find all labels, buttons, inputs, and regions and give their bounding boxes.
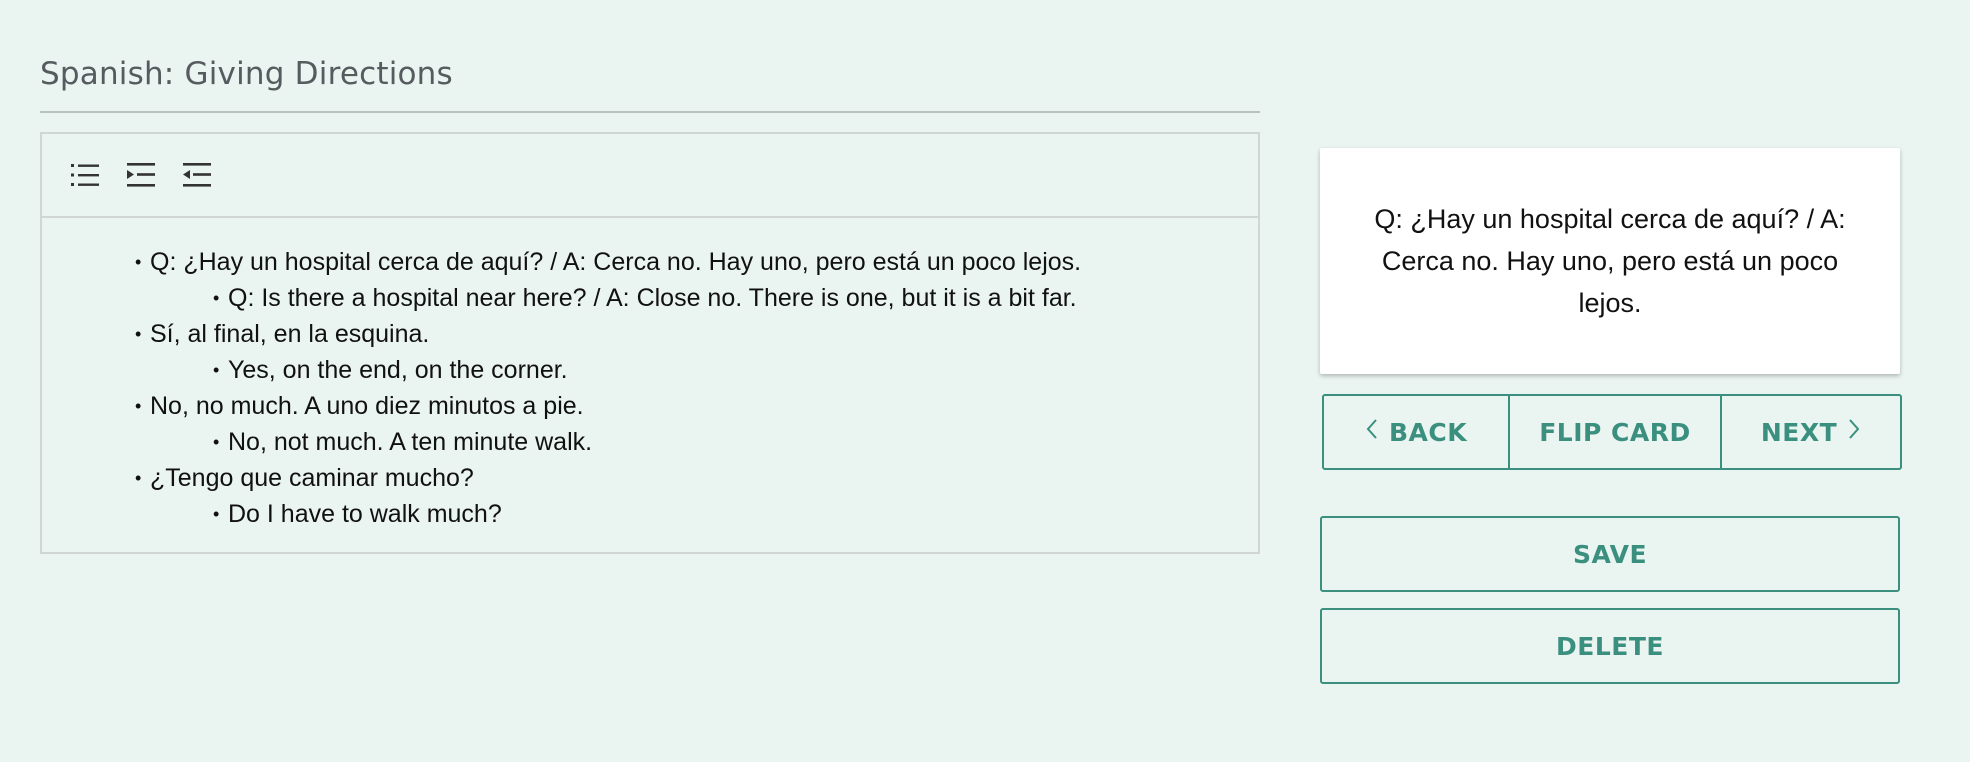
back-label: BACK	[1388, 417, 1468, 447]
list-item[interactable]: • ¿Tengo que caminar mucho?	[42, 460, 1258, 496]
list-item-text: Yes, on the end, on the corner.	[228, 356, 568, 384]
bullet-icon: •	[135, 252, 142, 272]
chevron-right-icon	[1847, 418, 1861, 446]
editor-content[interactable]: • Q: ¿Hay un hospital cerca de aquí? / A…	[42, 218, 1258, 532]
list-item-text: Q: ¿Hay un hospital cerca de aquí? / A: …	[150, 248, 1082, 276]
outdent-button[interactable]	[182, 160, 212, 190]
indent-button[interactable]	[126, 160, 156, 190]
card-navigation: BACK FLIP CARD NEXT	[1322, 394, 1902, 470]
list-item[interactable]: • Q: Is there a hospital near here? / A:…	[42, 280, 1258, 316]
bullet-icon: •	[135, 396, 142, 416]
next-button[interactable]: NEXT	[1720, 396, 1900, 468]
bullet-icon: •	[135, 468, 142, 488]
indent-icon	[127, 163, 155, 187]
list-item[interactable]: • Q: ¿Hay un hospital cerca de aquí? / A…	[42, 244, 1258, 280]
list-item-text: No, no much. A uno diez minutos a pie.	[150, 392, 584, 420]
bullet-icon: •	[213, 432, 220, 452]
back-button[interactable]: BACK	[1324, 396, 1508, 468]
list-item[interactable]: • Sí, al final, en la esquina.	[42, 316, 1258, 352]
delete-button[interactable]: DELETE	[1320, 608, 1900, 684]
bulleted-list-icon	[71, 164, 99, 186]
list-item-text: Do I have to walk much?	[228, 500, 502, 528]
list-item[interactable]: • Do I have to walk much?	[42, 496, 1258, 532]
list-item[interactable]: • Yes, on the end, on the corner.	[42, 352, 1258, 388]
title-divider	[40, 111, 1260, 113]
flashcard[interactable]: Q: ¿Hay un hospital cerca de aquí? / A: …	[1320, 148, 1900, 374]
editor-toolbar	[42, 134, 1258, 218]
bullet-icon: •	[135, 324, 142, 344]
list-item-text: Sí, al final, en la esquina.	[150, 320, 430, 348]
next-label: NEXT	[1760, 417, 1838, 447]
list-item-text: Q: Is there a hospital near here? / A: C…	[228, 284, 1077, 312]
save-label: SAVE	[1572, 539, 1648, 569]
list-item-text: No, not much. A ten minute walk.	[228, 428, 593, 456]
delete-label: DELETE	[1556, 631, 1664, 661]
bulleted-list-button[interactable]	[70, 160, 100, 190]
bullet-icon: •	[213, 504, 220, 524]
outdent-icon	[183, 163, 211, 187]
flip-card-label: FLIP CARD	[1539, 417, 1691, 447]
chevron-left-icon	[1365, 418, 1379, 446]
outline-editor: • Q: ¿Hay un hospital cerca de aquí? / A…	[40, 132, 1260, 554]
bullet-icon: •	[213, 288, 220, 308]
bullet-icon: •	[213, 360, 220, 380]
flip-card-button[interactable]: FLIP CARD	[1508, 396, 1720, 468]
list-item-text: ¿Tengo que caminar mucho?	[150, 464, 474, 492]
save-button[interactable]: SAVE	[1320, 516, 1900, 592]
deck-title: Spanish: Giving Directions	[40, 56, 453, 92]
flashcard-text: Q: ¿Hay un hospital cerca de aquí? / A: …	[1374, 204, 1846, 318]
flashcard-editor-page: Spanish: Giving Directions • Q: ¿Hay un …	[0, 0, 1970, 762]
list-item[interactable]: • No, no much. A uno diez minutos a pie.	[42, 388, 1258, 424]
list-item[interactable]: • No, not much. A ten minute walk.	[42, 424, 1258, 460]
